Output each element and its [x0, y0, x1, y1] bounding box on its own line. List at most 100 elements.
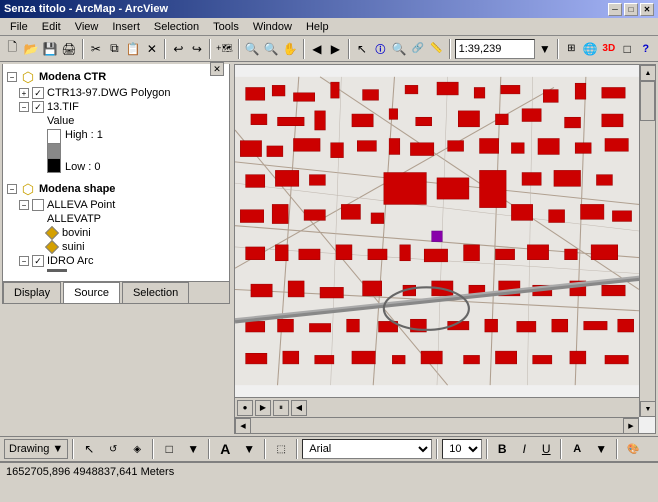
find-button[interactable]: 🔍	[391, 38, 408, 60]
open-button[interactable]: 📂	[23, 38, 40, 60]
expand-icon-ctr-polygon[interactable]: +	[19, 88, 29, 98]
expand-icon-alleva[interactable]: −	[19, 200, 29, 210]
help-button[interactable]: ?	[638, 38, 655, 60]
toc-close-button[interactable]: ✕	[210, 62, 224, 76]
maximize-button[interactable]: □	[624, 3, 638, 16]
full-extent-button[interactable]: ⊞	[563, 38, 580, 60]
expand-icon-shape[interactable]: −	[7, 184, 17, 194]
measure-button[interactable]: 📏	[428, 38, 445, 60]
identify-button[interactable]: ⓘ	[372, 38, 389, 60]
callout-button[interactable]: ⬚	[270, 438, 292, 460]
toc-row-modena-ctr[interactable]: − ⬡ Modena CTR	[5, 68, 227, 86]
new-button[interactable]: 🗋	[4, 38, 21, 60]
scroll-track-v[interactable]	[640, 81, 655, 401]
underline-button[interactable]: U	[536, 439, 556, 459]
menu-edit[interactable]: Edit	[36, 20, 67, 34]
tab-source[interactable]: Source	[63, 282, 120, 304]
fill-button[interactable]: 🎨	[622, 438, 644, 460]
italic-button[interactable]: I	[514, 439, 534, 459]
close-button[interactable]: ✕	[640, 3, 654, 16]
map-scrollbar-horizontal[interactable]: ◀ ▶	[235, 417, 639, 433]
toc-row-modena-shape[interactable]: − ⬡ Modena shape	[5, 180, 227, 198]
back-button[interactable]: ◀	[309, 38, 326, 60]
select-button[interactable]: ↖	[354, 38, 371, 60]
zoom-dropdown[interactable]: ▼	[537, 38, 554, 60]
rotate-button[interactable]: ↺	[102, 438, 124, 460]
add-data-button[interactable]: +🗺	[215, 38, 234, 60]
window-title: Senza titolo - ArcMap - ArcView	[4, 3, 168, 15]
font-size-select[interactable]: 10	[442, 439, 482, 459]
main-toolbar: 🗋 📂 💾 🖨 ✂ ⧉ 📋 ✕ ↩ ↪ +🗺 🔍 🔍 ✋ ◀ ▶ ↖ ⓘ 🔍 🔗…	[0, 36, 658, 62]
checkbox-tif[interactable]	[32, 101, 44, 113]
text-tool[interactable]: A	[214, 438, 236, 460]
minimize-button[interactable]: ─	[608, 3, 622, 16]
hyperlink-button[interactable]: 🔗	[410, 38, 427, 60]
sep5	[303, 39, 305, 59]
checkbox-idro[interactable]	[32, 255, 44, 267]
menu-tools[interactable]: Tools	[207, 20, 245, 34]
toc-row-ctr-polygon[interactable]: + CTR13-97.DWG Polygon	[5, 86, 227, 100]
menu-selection[interactable]: Selection	[148, 20, 205, 34]
cut-button[interactable]: ✂	[88, 38, 105, 60]
redo-button[interactable]: ↪	[189, 38, 206, 60]
font-select[interactable]: Arial	[302, 439, 432, 459]
font-color-button[interactable]: A	[566, 438, 588, 460]
zoom-input[interactable]	[455, 39, 535, 59]
globe-button[interactable]: 🌐	[582, 38, 599, 60]
text-dropdown[interactable]: ▼	[238, 438, 260, 460]
scroll-thumb-v[interactable]	[640, 81, 655, 121]
scroll-left-button[interactable]: ◀	[235, 418, 251, 434]
pause-button[interactable]: ⏸	[273, 400, 289, 416]
map-scrollbar-vertical[interactable]: ▲ ▼	[639, 65, 655, 417]
delete-button[interactable]: ✕	[144, 38, 161, 60]
scroll-track-h[interactable]	[251, 418, 623, 433]
toc-row-tif[interactable]: − 13.TIF	[5, 100, 227, 114]
toc-group-modena-ctr: − ⬡ Modena CTR + CTR13-97.DWG Polygon −	[5, 68, 227, 174]
toc-row-suini[interactable]: suini	[5, 240, 227, 254]
play-button[interactable]: ▶	[255, 400, 271, 416]
scroll-up-button[interactable]: ▲	[640, 65, 656, 81]
toc-row-bovini[interactable]: bovini	[5, 226, 227, 240]
globe-nav-icon[interactable]: ●	[237, 400, 253, 416]
select-elements-button[interactable]: ↖	[78, 438, 100, 460]
tab-selection[interactable]: Selection	[122, 282, 189, 303]
zoom-out-button[interactable]: 🔍	[263, 38, 280, 60]
toc-wrapper: ✕ − ⬡ Modena CTR + CTR13-97.DWG Polygon	[0, 62, 232, 436]
checkbox-alleva[interactable]	[32, 199, 44, 211]
vertex-button[interactable]: ◈	[126, 438, 148, 460]
expand-icon-tif[interactable]: −	[19, 102, 29, 112]
3d-button[interactable]: 3D	[601, 38, 618, 60]
rect-tool[interactable]: □	[158, 438, 180, 460]
menu-insert[interactable]: Insert	[106, 20, 146, 34]
bold-button[interactable]: B	[492, 439, 512, 459]
zoom-in-button[interactable]: 🔍	[244, 38, 261, 60]
save-button[interactable]: 💾	[41, 38, 58, 60]
scroll-down-button[interactable]: ▼	[640, 401, 656, 417]
paste-button[interactable]: 📋	[125, 38, 142, 60]
menu-help[interactable]: Help	[300, 20, 335, 34]
menu-window[interactable]: Window	[247, 20, 298, 34]
drawing-dropdown[interactable]: Drawing ▼	[4, 439, 68, 459]
menu-file[interactable]: File	[4, 20, 34, 34]
drawing-dropdown-arrow: ▼	[52, 443, 63, 455]
pan-button[interactable]: ✋	[282, 38, 299, 60]
expand-icon-idro[interactable]: −	[19, 256, 29, 266]
undo-button[interactable]: ↩	[170, 38, 187, 60]
layout-button[interactable]: □	[619, 38, 636, 60]
map-area[interactable]: ● ▶ ⏸ ◀ ▲ ▼ ◀ ▶	[234, 64, 656, 434]
window-controls: ─ □ ✕	[608, 3, 654, 16]
forward-button[interactable]: ▶	[327, 38, 344, 60]
expand-icon-ctr[interactable]: −	[7, 72, 17, 82]
prev-button[interactable]: ◀	[291, 400, 307, 416]
dropdown-shapes[interactable]: ▼	[182, 438, 204, 460]
tab-display[interactable]: Display	[3, 282, 61, 303]
print-button[interactable]: 🖨	[60, 38, 77, 60]
toc-row-idro[interactable]: − IDRO Arc	[5, 254, 227, 268]
scroll-right-button[interactable]: ▶	[623, 418, 639, 434]
font-color-dropdown[interactable]: ▼	[590, 438, 612, 460]
checkbox-ctr-polygon[interactable]	[32, 87, 44, 99]
copy-button[interactable]: ⧉	[106, 38, 123, 60]
toc-label-tif: 13.TIF	[47, 101, 79, 113]
menu-view[interactable]: View	[69, 20, 105, 34]
toc-row-alleva[interactable]: − ALLEVA Point	[5, 198, 227, 212]
